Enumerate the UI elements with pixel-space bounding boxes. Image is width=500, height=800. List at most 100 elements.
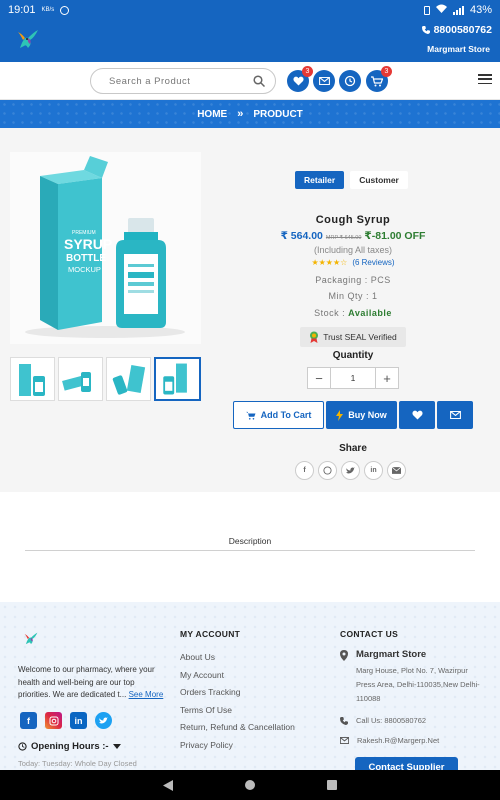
instagram-icon[interactable] [45, 712, 62, 729]
sync-icon [60, 5, 70, 15]
hummingbird-logo[interactable] [22, 630, 40, 648]
search-input[interactable]: Search a Product [90, 68, 276, 94]
email-row[interactable]: Rakesh.R@Margerp.Net [340, 736, 439, 745]
see-more-link[interactable]: See More [129, 690, 164, 699]
twitter-icon[interactable] [341, 461, 360, 480]
price-row: ₹ 564.00 MRP ₹ 645.00 ₹-81.00 OFF [250, 230, 456, 242]
facebook-icon[interactable]: f [295, 461, 314, 480]
linkedin-icon[interactable]: in [70, 712, 87, 729]
stock-row: Stock : Available [250, 308, 456, 318]
packaging-row: Packaging : PCS [250, 275, 456, 285]
buy-now-button[interactable]: Buy Now [326, 401, 397, 429]
heart-icon [411, 410, 423, 420]
tab-description[interactable]: Description [25, 536, 475, 546]
box-text-syrup: SYRUP [64, 236, 112, 252]
history-button[interactable] [339, 70, 361, 92]
cart-count-badge: 3 [381, 66, 392, 77]
stock-label: Stock : [314, 308, 346, 318]
hummingbird-logo[interactable] [14, 26, 42, 54]
quantity-input[interactable]: 1 [330, 368, 376, 388]
link-return-refund[interactable]: Return, Refund & Cancellation [180, 722, 295, 740]
tab-customer[interactable]: Customer [350, 171, 408, 189]
packaging-value: PCS [370, 275, 391, 285]
quantity-increase-button[interactable]: + [376, 368, 398, 388]
network-speed-label: KB/s [41, 7, 55, 13]
store-address: Marg House, Plot No. 7, Wazirpur Press A… [356, 666, 480, 703]
clock-icon [18, 742, 27, 751]
selling-price: ₹ 564.00 [280, 230, 323, 242]
product-title: Cough Syrup [315, 214, 391, 226]
quantity-decrease-button[interactable]: − [308, 368, 330, 388]
facebook-icon[interactable]: f [20, 712, 37, 729]
product-thumbnail-active[interactable] [154, 357, 201, 401]
enquiry-button[interactable] [437, 401, 473, 429]
header-store-name: Margmart Store [427, 44, 490, 54]
twitter-icon[interactable] [95, 712, 112, 729]
header-phone-number: 8800580762 [433, 24, 492, 36]
tab-retailer[interactable]: Retailer [295, 171, 345, 189]
double-chevron-icon: » [237, 108, 244, 120]
discount-amount: ₹-81.00 OFF [364, 230, 426, 242]
header-phone[interactable]: 8800580762 [421, 24, 492, 36]
add-to-cart-label: Add To Cart [260, 410, 312, 420]
footer-social-links: f in [20, 712, 112, 729]
product-thumbnail[interactable] [106, 357, 151, 401]
search-placeholder: Search a Product [109, 75, 191, 87]
action-buttons: Add To Cart Buy Now [233, 401, 473, 429]
quantity-stepper: − 1 + [307, 367, 399, 389]
packaging-label: Packaging : [315, 275, 368, 285]
breadcrumb: HOME » PRODUCT [0, 100, 500, 128]
wifi-icon [435, 4, 447, 16]
hamburger-menu-icon[interactable] [478, 72, 492, 86]
link-terms-of-use[interactable]: Terms Of Use [180, 705, 295, 723]
mrp-price: MRP ₹ 645.00 [325, 235, 362, 241]
share-buttons: f in [295, 461, 406, 480]
stock-status: Available [348, 308, 392, 318]
status-bar: 19:01 KB/s 43% [0, 0, 500, 20]
envelope-icon [318, 77, 330, 85]
email-text: Rakesh.R@Margerp.Net [357, 736, 440, 745]
vibrate-icon [423, 5, 430, 15]
divider [25, 550, 475, 551]
linkedin-icon[interactable]: in [364, 461, 383, 480]
link-my-account[interactable]: My Account [180, 670, 295, 688]
cart-button[interactable]: 3 [366, 66, 392, 92]
box-text-mockup: MOCKUP [68, 265, 101, 274]
welcome-text: Welcome to our pharmacy, where your heal… [18, 664, 166, 702]
lightning-icon [336, 409, 344, 421]
call-row[interactable]: Call Us: 8800580762 [340, 716, 426, 725]
top-header: 8800580762 Margmart Store [0, 20, 500, 62]
status-time: 19:01 [8, 4, 36, 16]
today-hours: Today: Tuesday: Whole Day Closed [18, 759, 137, 768]
email-icon[interactable] [387, 461, 406, 480]
buy-now-label: Buy Now [348, 410, 387, 420]
star-rating: ★★★★☆ [311, 258, 348, 267]
back-icon[interactable] [163, 779, 173, 791]
link-about-us[interactable]: About Us [180, 652, 295, 670]
add-to-wishlist-button[interactable] [399, 401, 435, 429]
wishlist-button[interactable]: 3 [287, 66, 313, 92]
product-thumbnail[interactable] [10, 357, 55, 401]
breadcrumb-current: PRODUCT [253, 108, 303, 120]
link-orders-tracking[interactable]: Orders Tracking [180, 687, 295, 705]
product-thumbnail[interactable] [58, 357, 103, 401]
opening-hours-toggle[interactable]: Opening Hours :- [18, 741, 121, 752]
add-to-cart-button[interactable]: Add To Cart [233, 401, 324, 429]
messages-button[interactable] [313, 70, 335, 92]
phone-icon [340, 716, 348, 725]
search-icon[interactable] [253, 75, 265, 87]
reviews-link[interactable]: (6 Reviews) [352, 258, 394, 267]
heart-icon [292, 76, 304, 86]
product-main-image[interactable]: PREMIUM SYRUP BOTTLE MOCKUP [10, 152, 201, 344]
min-qty-label: Min Qty : [328, 291, 369, 301]
trust-seal-text: Trust SEAL Verified [323, 332, 397, 342]
whatsapp-icon[interactable] [318, 461, 337, 480]
opening-hours-label: Opening Hours :- [31, 741, 109, 752]
home-icon[interactable] [245, 780, 255, 790]
signal-icon [452, 5, 464, 15]
cart-icon [371, 75, 383, 86]
recents-icon[interactable] [327, 780, 337, 790]
breadcrumb-home[interactable]: HOME [197, 109, 227, 120]
phone-icon [421, 26, 430, 34]
link-privacy-policy[interactable]: Privacy Policy [180, 740, 295, 758]
